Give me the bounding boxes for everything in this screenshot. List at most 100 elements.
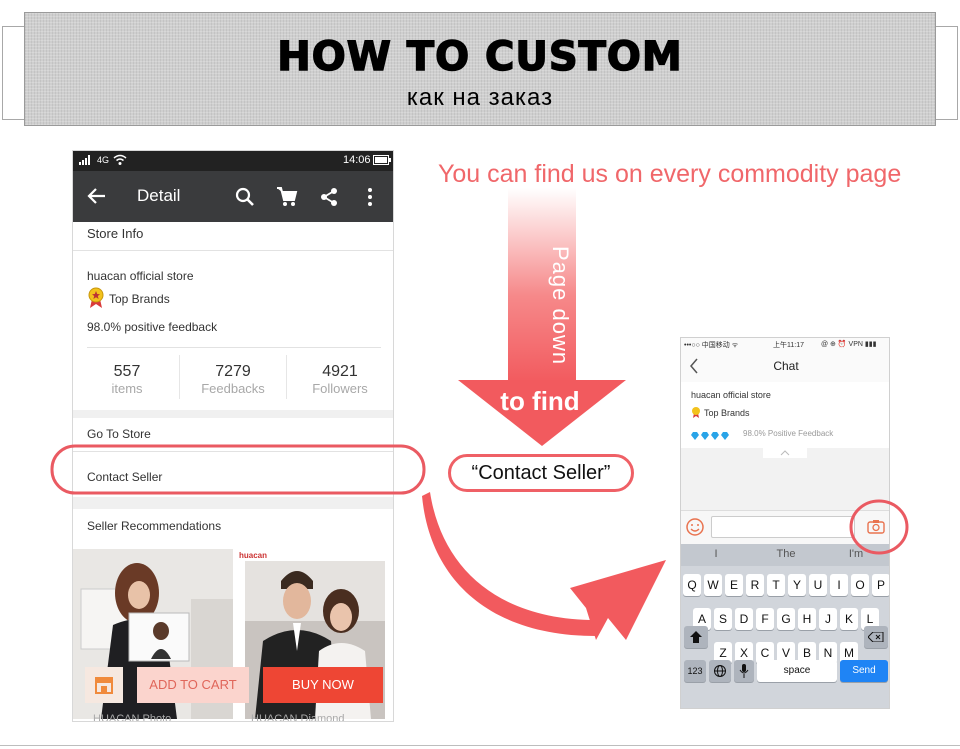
key-j[interactable]: J [819, 608, 837, 630]
microphone-icon [739, 664, 749, 678]
mic-key[interactable] [734, 660, 754, 682]
app-bar-title: Detail [137, 186, 181, 205]
delete-key[interactable] [864, 626, 888, 648]
status-bar: •••○○ 中国移动 ᯤ 上午11:17 @ ⊕ ⏰ VPN ▮▮▮ [681, 338, 889, 352]
key-q[interactable]: Q [683, 574, 701, 596]
banner-title: HOW TO CUSTOM [277, 33, 683, 81]
status-bar: 4G 14:06 [73, 151, 393, 171]
shift-key[interactable] [684, 626, 708, 648]
go-to-store-link[interactable]: Go To Store [87, 427, 151, 441]
seller-recommendations-heading: Seller Recommendations [87, 519, 222, 533]
curved-arrow [422, 492, 666, 640]
chat-title: Chat [773, 359, 799, 373]
shift-arrow-icon [690, 631, 702, 643]
contact-seller-callout: “Contact Seller” [448, 454, 634, 492]
stat-feedbacks[interactable]: 7279 Feedbacks [183, 363, 283, 396]
more-vertical-icon[interactable] [367, 187, 373, 212]
space-key[interactable]: space [757, 660, 837, 682]
positive-feedback: 98.0% positive feedback [87, 320, 218, 334]
product-caption: HUACAN Diamond [251, 713, 345, 722]
stat-label: Feedbacks [201, 381, 265, 396]
signal-icon [79, 155, 93, 168]
emoji-icon[interactable] [686, 518, 704, 541]
top-brands-medal-icon [87, 287, 105, 314]
key-u[interactable]: U [809, 574, 827, 596]
stat-value: 7279 [215, 363, 251, 380]
store-name: huacan official store [691, 390, 771, 400]
stat-followers[interactable]: 4921 Followers [290, 363, 390, 396]
status-time: 14:06 [343, 154, 371, 166]
carrier-label: •••○○ 中国移动 ᯤ [684, 342, 739, 349]
search-icon[interactable] [235, 187, 255, 212]
contact-seller-highlight-ring [50, 444, 426, 495]
store-card[interactable]: huacan official store Top Brands 98.0% P… [681, 382, 889, 448]
divider [286, 355, 287, 399]
numbers-key[interactable]: 123 [684, 660, 706, 682]
section-gap [73, 410, 393, 418]
key-y[interactable]: Y [788, 574, 806, 596]
add-to-cart-button[interactable]: ADD TO CART [137, 667, 249, 703]
stat-items[interactable]: 557 items [77, 363, 177, 396]
to-find-label: to find [500, 386, 580, 416]
divider [179, 355, 180, 399]
app-bar: Detail [73, 171, 393, 222]
battery-icon [373, 155, 391, 168]
keyboard: I The I'm QWERTYUIOPASDFGHJKLZXCVBNM 123… [681, 544, 889, 708]
key-g[interactable]: G [777, 608, 795, 630]
diamond-rating-icon [691, 428, 739, 446]
camera-highlight-ring [849, 499, 909, 555]
bottom-divider [0, 745, 960, 746]
stat-label: items [111, 381, 143, 396]
status-right: @ ⊕ ⏰ VPN ▮▮▮ [821, 341, 877, 348]
divider [87, 347, 381, 348]
globe-icon [714, 665, 726, 677]
key-k[interactable]: K [840, 608, 858, 630]
chat-nav-bar: Chat [681, 352, 889, 383]
top-brands-badge: Top Brands [704, 408, 750, 418]
buy-now-button[interactable]: BUY NOW [263, 667, 383, 703]
stat-value: 557 [113, 363, 141, 380]
key-h[interactable]: H [798, 608, 816, 630]
globe-key[interactable] [709, 660, 731, 682]
top-brands-medal-icon [691, 406, 701, 424]
collapse-tab[interactable] [763, 446, 807, 458]
key-t[interactable]: T [767, 574, 785, 596]
key-o[interactable]: O [851, 574, 869, 596]
top-brands-badge: Top Brands [109, 292, 170, 306]
stat-value: 4921 [322, 363, 358, 380]
key-r[interactable]: R [746, 574, 764, 596]
wifi-icon [113, 154, 127, 169]
send-key[interactable]: Send [840, 660, 888, 682]
key-d[interactable]: D [735, 608, 753, 630]
key-f[interactable]: F [756, 608, 774, 630]
cart-icon[interactable] [276, 186, 298, 213]
suggestion[interactable]: The [751, 548, 821, 560]
chevron-up-icon [780, 450, 790, 456]
divider [73, 250, 393, 251]
suggestion[interactable]: I [681, 548, 751, 560]
back-arrow-icon[interactable] [87, 187, 107, 210]
page-down-label: Page down [548, 246, 573, 366]
store-icon [94, 676, 114, 699]
product-caption: HUACAN Photo [93, 713, 172, 722]
left-phone-screen: 4G 14:06 Detail Store Info huacan offici… [72, 150, 394, 722]
status-time: 上午11:17 [773, 342, 804, 349]
section-gap [73, 497, 393, 509]
message-input[interactable] [711, 516, 855, 538]
key-e[interactable]: E [725, 574, 743, 596]
share-icon[interactable] [320, 187, 338, 212]
banner-subtitle: как на заказ [406, 84, 554, 111]
stat-label: Followers [312, 381, 368, 396]
store-name: huacan official store [87, 269, 194, 283]
key-w[interactable]: W [704, 574, 722, 596]
positive-feedback: 98.0% Positive Feedback [743, 429, 834, 438]
instruction-caption: You can find us on every commodity page [438, 160, 902, 188]
key-i[interactable]: I [830, 574, 848, 596]
key-s[interactable]: S [714, 608, 732, 630]
product-brand-logo: huacan [239, 551, 268, 560]
backspace-icon [867, 631, 884, 643]
network-type: 4G [97, 155, 110, 165]
store-button[interactable] [85, 667, 123, 703]
key-p[interactable]: P [872, 574, 889, 596]
store-info-label: Store Info [87, 226, 144, 241]
